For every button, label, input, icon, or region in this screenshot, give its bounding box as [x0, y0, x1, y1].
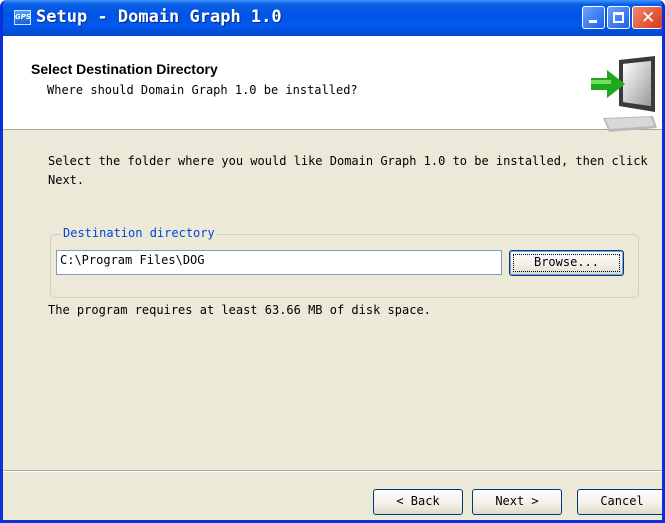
disk-space-text: The program requires at least 63.66 MB o…: [48, 303, 431, 317]
destination-groupbox: Destination directory C:\Program Files\D…: [50, 226, 639, 298]
focus-rect: [513, 254, 620, 272]
intro-text: Select the folder where you would like D…: [48, 154, 648, 187]
groupbox-label: Destination directory: [61, 226, 217, 240]
minimize-button[interactable]: [582, 6, 605, 29]
back-button[interactable]: < Back: [373, 489, 463, 515]
page-subtitle: Where should Domain Graph 1.0 be install…: [47, 83, 358, 97]
close-button[interactable]: ✕: [632, 6, 662, 29]
cancel-button[interactable]: Cancel: [577, 489, 662, 515]
directory-input[interactable]: C:\Program Files\DOG: [56, 250, 502, 275]
setup-window: GPS Setup - Domain Graph 1.0 ✕ Select De…: [0, 0, 665, 523]
wizard-content: Select the folder where you would like D…: [3, 130, 662, 460]
next-button[interactable]: Next >: [472, 489, 562, 515]
maximize-icon: [613, 12, 624, 23]
wizard-header: Select Destination Directory Where shoul…: [3, 36, 662, 132]
close-icon: ✕: [641, 8, 656, 28]
title-bar[interactable]: GPS Setup - Domain Graph 1.0 ✕: [3, 0, 662, 36]
minimize-icon: [589, 20, 597, 23]
footer-divider: [3, 470, 662, 472]
setup-app-icon[interactable]: GPS: [14, 10, 31, 25]
page-title: Select Destination Directory: [31, 61, 218, 77]
maximize-button[interactable]: [607, 6, 630, 29]
browse-button[interactable]: Browse...: [509, 250, 624, 276]
computer-arrow-icon: [591, 56, 657, 132]
window-title: Setup - Domain Graph 1.0: [36, 7, 282, 27]
